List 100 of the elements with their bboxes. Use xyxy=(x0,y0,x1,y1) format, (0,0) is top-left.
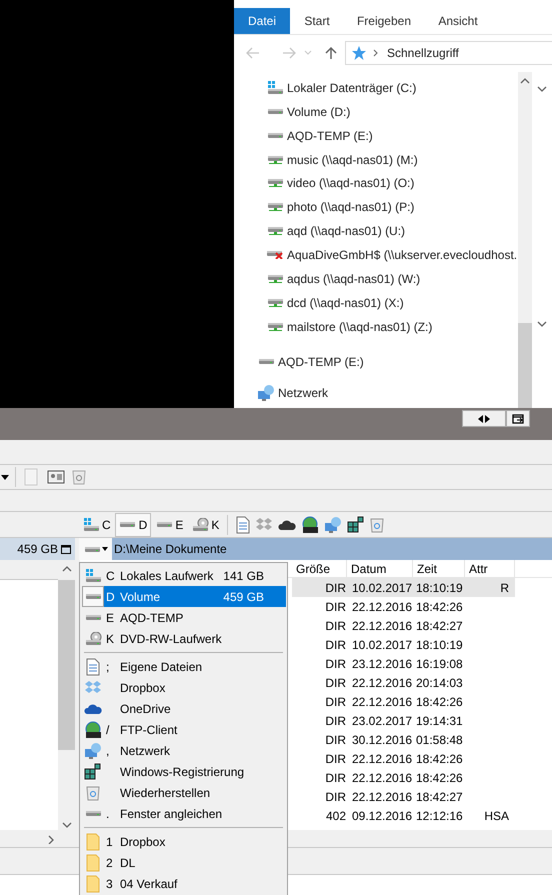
navigation-item[interactable]: AQD-TEMP (E:) xyxy=(234,346,518,378)
file-row[interactable]: 402 09.12.2016 12:12:16 HSA xyxy=(292,806,515,825)
drive-icon xyxy=(120,522,136,527)
menu-item[interactable]: Wiederherstellen xyxy=(80,782,287,803)
cubes-icon xyxy=(347,516,366,534)
chevron-down-icon[interactable] xyxy=(536,319,548,329)
menu-item[interactable]: 1 Dropbox xyxy=(80,831,287,852)
ftp-globe-icon xyxy=(301,516,320,534)
system-drive-icon xyxy=(266,80,284,95)
menu-item[interactable]: 2 DL xyxy=(80,852,287,873)
network-computer-icon xyxy=(257,384,275,402)
drive-item[interactable]: aqdus (\\aqd-nas01) (W:) xyxy=(234,266,518,291)
size-cell-text: 402 xyxy=(324,808,347,824)
drive-item[interactable]: Volume (D:) xyxy=(234,100,518,124)
caret-down-icon[interactable] xyxy=(1,474,9,480)
file-row[interactable]: DIR 22.12.2016 18:42:26 xyxy=(292,768,515,787)
caret-down-icon xyxy=(102,547,108,551)
file-row[interactable]: DIR 22.12.2016 18:42:26 xyxy=(292,749,515,768)
column-header[interactable]: Attr xyxy=(465,560,515,577)
size-cell-text: DIR xyxy=(324,712,347,730)
menu-item[interactable]: / FTP-Client xyxy=(80,719,287,740)
ribbon-tab[interactable]: Start xyxy=(290,8,344,34)
column-header[interactable]: Datum xyxy=(347,560,413,577)
chevron-down-icon[interactable] xyxy=(536,84,548,94)
attr-cell-text: HSA xyxy=(483,808,510,824)
left-right-arrows-icon xyxy=(478,414,490,422)
system-drive-icon xyxy=(82,518,100,532)
date-cell-text: 22.12.2016 xyxy=(351,674,413,692)
drive-button[interactable]: E xyxy=(151,512,188,536)
ribbon-tab[interactable]: Ansicht xyxy=(424,8,492,34)
file-row[interactable]: DIR 22.12.2016 18:42:27 xyxy=(292,787,515,806)
navigation-item[interactable]: Netzwerk xyxy=(234,377,518,408)
menu-item[interactable]: , Netzwerk xyxy=(80,740,287,761)
drive-button[interactable]: K xyxy=(187,512,224,536)
menu-item[interactable]: C Lokales Laufwerk 141 GB xyxy=(80,565,287,586)
optical-drive-icon xyxy=(84,632,102,646)
window-exit-icon xyxy=(512,414,524,424)
drive-item[interactable]: AQD-TEMP (E:) xyxy=(234,124,518,148)
file-row[interactable]: DIR 22.12.2016 18:42:27 xyxy=(292,616,515,635)
ribbon-tab[interactable]: Datei xyxy=(234,8,290,34)
address-text: Schnellzugriff xyxy=(387,45,459,62)
drive-dropdown-button[interactable] xyxy=(79,538,112,560)
menu-item[interactable]: OneDrive xyxy=(80,698,287,719)
menu-item[interactable]: Windows-Registrierung xyxy=(80,761,287,782)
file-row[interactable]: DIR 10.02.2017 18:10:19 xyxy=(292,635,515,654)
scroll-down-icon[interactable] xyxy=(60,820,72,830)
date-cell-text: 22.12.2016 xyxy=(351,750,413,768)
file-row[interactable]: DIR 23.02.2017 19:14:31 xyxy=(292,711,515,730)
date-cell-text: 23.12.2016 xyxy=(351,656,413,672)
drive-button[interactable]: D xyxy=(114,512,152,536)
menu-item[interactable]: . Fenster angleichen xyxy=(80,803,287,824)
time-cell-text: 18:42:26 xyxy=(415,770,464,786)
exit-window-button[interactable] xyxy=(506,410,530,427)
up-arrow-icon[interactable] xyxy=(325,46,337,60)
size-cell-text: DIR xyxy=(324,770,347,786)
drive-item[interactable]: mailstore (\\aqd-nas01) (Z:) xyxy=(234,314,518,338)
image-panel-icon[interactable] xyxy=(47,470,65,484)
scrollbar[interactable] xyxy=(518,72,532,408)
drive-item[interactable]: dcd (\\aqd-nas01) (X:) xyxy=(234,290,518,315)
disconnected-drive-icon xyxy=(267,250,283,259)
free-space-text: 459 GB xyxy=(17,541,58,558)
recycle-bin-icon[interactable] xyxy=(72,469,86,485)
scrollbar-thumb[interactable] xyxy=(518,323,532,408)
ribbon-tab[interactable]: Freigeben xyxy=(344,8,424,34)
time-cell-text: 18:42:27 xyxy=(415,618,464,634)
cloud-icon[interactable] xyxy=(278,518,296,532)
drive-item[interactable]: AquaDiveGmbH$ (\\ukserver.evecloudhost. xyxy=(234,243,518,267)
menu-item[interactable]: Dropbox xyxy=(80,677,287,698)
drive-item[interactable]: video (\\aqd-nas01) (O:) xyxy=(234,171,518,196)
drive-item[interactable]: photo (\\aqd-nas01) (P:) xyxy=(234,195,518,220)
scroll-up-icon[interactable] xyxy=(519,76,531,86)
file-row[interactable]: DIR 22.12.2016 18:42:26 xyxy=(292,597,515,616)
scroll-up-icon[interactable] xyxy=(60,564,72,574)
recycle-bin-icon xyxy=(370,516,384,532)
address-bar[interactable]: Schnellzugriff xyxy=(345,41,552,65)
drive-icon xyxy=(86,594,100,599)
file-row[interactable]: DIR 30.12.2016 01:58:48 xyxy=(292,730,515,749)
column-header[interactable]: Zeit xyxy=(413,560,465,577)
network-drive-icon xyxy=(268,203,282,212)
menu-item[interactable]: ; Eigene Dateien xyxy=(80,656,287,677)
menu-item[interactable]: E AQD-TEMP xyxy=(80,607,287,628)
file-row[interactable]: DIR 10.02.2017 18:10:19 R xyxy=(292,578,515,597)
date-cell-text: 22.12.2016 xyxy=(351,618,413,634)
time-cell-text: 18:42:26 xyxy=(415,598,464,616)
file-row[interactable]: DIR 23.12.2016 16:19:08 xyxy=(292,654,515,673)
drive-item[interactable]: music (\\aqd-nas01) (M:) xyxy=(234,148,518,172)
file-row[interactable]: DIR 22.12.2016 18:42:26 xyxy=(292,692,515,711)
swap-panels-button[interactable] xyxy=(462,410,506,427)
open-box-icon xyxy=(84,680,102,696)
drive-button[interactable]: C xyxy=(78,512,115,536)
time-cell-text: 20:14:03 xyxy=(415,674,464,692)
drive-item[interactable]: Lokaler Datenträger (C:) xyxy=(234,76,518,100)
column-header[interactable]: Größe xyxy=(292,560,347,577)
drive-item[interactable]: aqd (\\aqd-nas01) (U:) xyxy=(234,219,518,244)
size-cell-text: DIR xyxy=(324,580,347,596)
file-row[interactable]: DIR 22.12.2016 20:14:03 xyxy=(292,673,515,692)
scrollbar-thumb[interactable] xyxy=(58,580,75,750)
size-cell-text: DIR xyxy=(324,598,347,616)
chevron-right-icon xyxy=(373,49,379,57)
menu-item[interactable]: K DVD-RW-Laufwerk xyxy=(80,628,287,649)
